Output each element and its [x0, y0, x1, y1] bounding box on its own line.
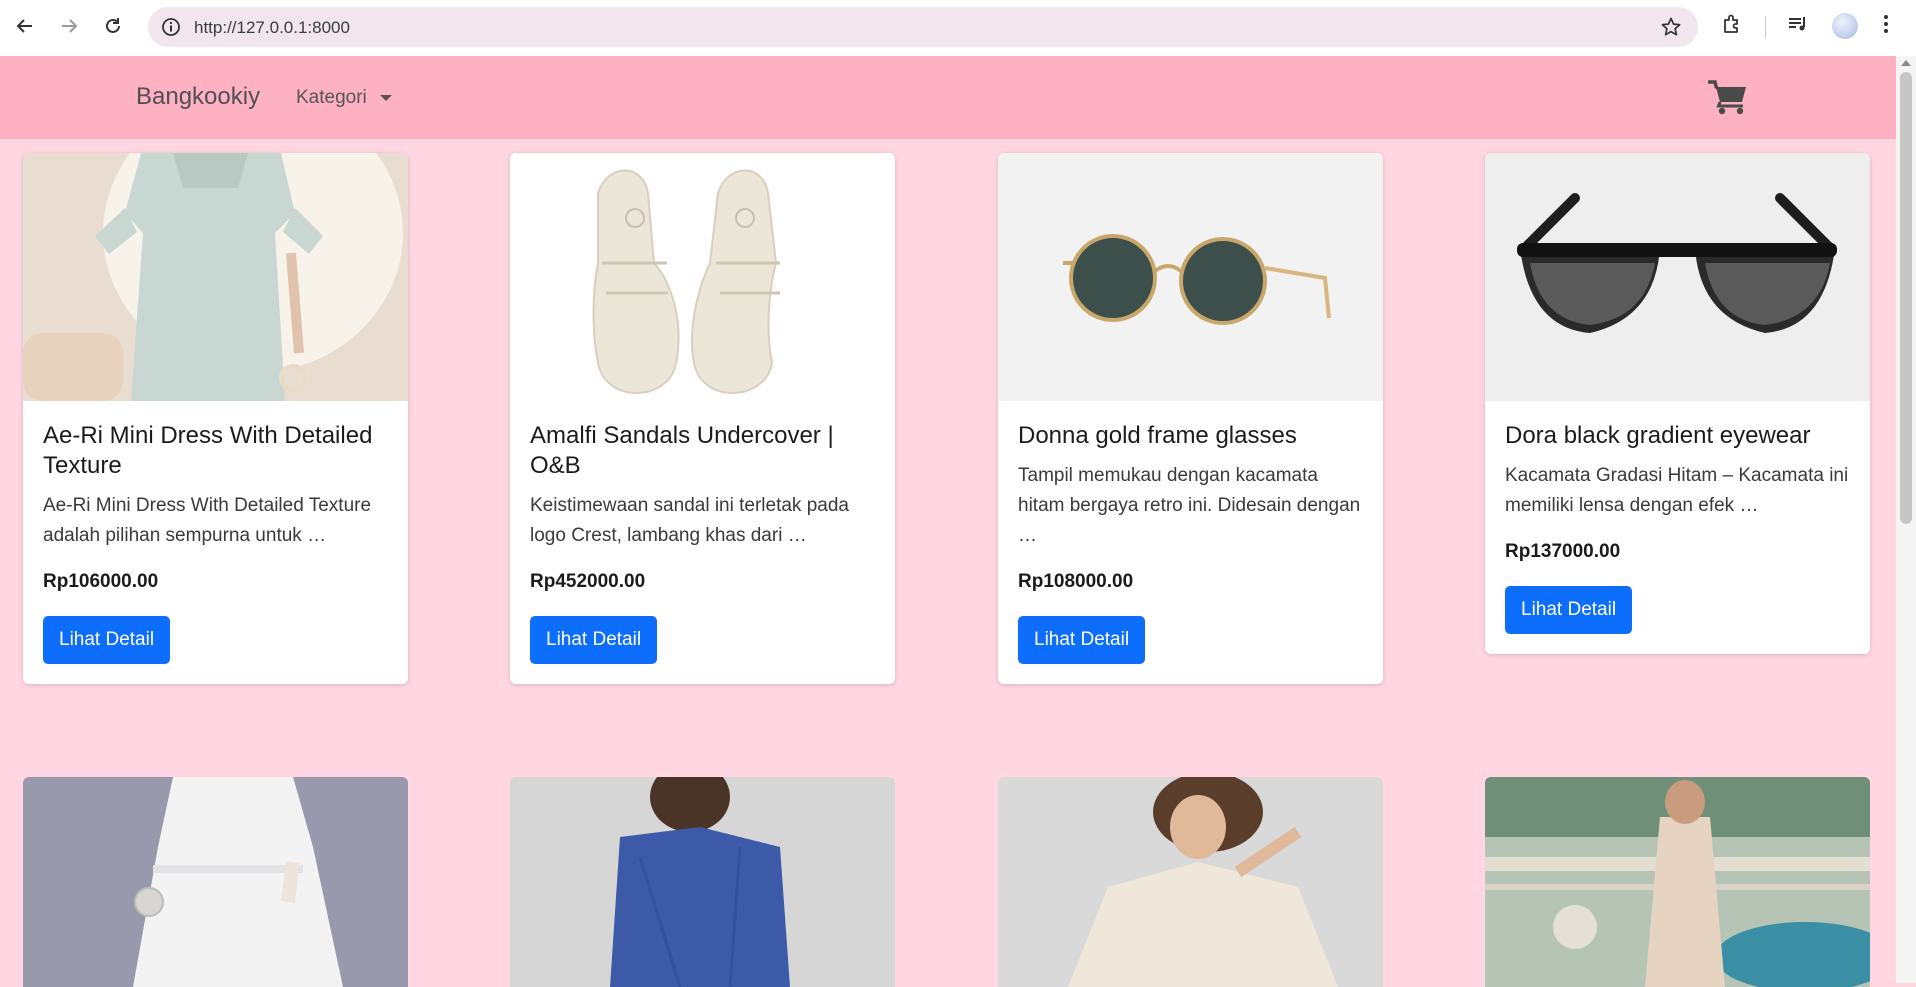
reload-icon[interactable] [98, 10, 128, 42]
chevron-down-icon[interactable] [380, 95, 392, 101]
product-image[interactable] [23, 153, 408, 401]
lihat-detail-button[interactable]: Lihat Detail [43, 616, 171, 664]
product-image[interactable] [1485, 777, 1870, 987]
product-card: Dora black gradient eyewear Kacamata Gra… [1485, 153, 1870, 654]
product-description: Keistimewaan sandal ini terletak pada lo… [530, 495, 849, 546]
product-description: Kacamata Gradasi Hitam – Kacamata ini me… [1505, 465, 1849, 516]
scroll-up-arrow[interactable] [1901, 60, 1911, 66]
media-controls-icon[interactable] [1786, 12, 1810, 41]
product-image[interactable] [998, 777, 1383, 987]
forward-icon[interactable] [54, 10, 84, 42]
product-image[interactable] [1485, 153, 1870, 401]
site-navbar: Bangkookiy Kategori [0, 56, 1896, 139]
product-card: Donna gold frame glasses Tampil memukau … [998, 153, 1383, 684]
product-price: Rp452000.00 [530, 571, 646, 592]
product-card: Ae-Ri Mini Dress With Detailed Texture A… [23, 153, 408, 684]
product-description: Tampil memukau dengan kacamata hitam ber… [1018, 465, 1361, 546]
lihat-detail-button[interactable]: Lihat Detail [530, 616, 658, 664]
kategori-dropdown[interactable]: Kategori [296, 87, 367, 109]
product-card: Amalfi Sandals Undercover | O&B Keistime… [510, 153, 895, 684]
product-title: Donna gold frame glasses [1018, 422, 1297, 449]
profile-avatar[interactable] [1832, 13, 1858, 39]
product-image[interactable] [23, 777, 408, 987]
scrollbar-thumb[interactable] [1900, 72, 1912, 524]
back-icon[interactable] [10, 10, 40, 42]
lihat-detail-button[interactable]: Lihat Detail [1505, 586, 1633, 634]
site-info-icon[interactable] [160, 16, 182, 43]
browser-toolbar: http://127.0.0.1:8000 [0, 0, 1916, 56]
product-title: Dora black gradient eyewear [1505, 422, 1811, 449]
address-bar[interactable]: http://127.0.0.1:8000 [148, 7, 1698, 47]
product-title: Amalfi Sandals Undercover | O&B [530, 422, 834, 479]
product-price: Rp106000.00 [43, 571, 159, 592]
lihat-detail-button[interactable]: Lihat Detail [1018, 616, 1146, 664]
bookmark-star-icon[interactable] [1660, 16, 1682, 43]
page-scrollbar[interactable] [1896, 56, 1916, 983]
product-image[interactable] [510, 777, 895, 987]
brand-link[interactable]: Bangkookiy [136, 83, 260, 111]
product-price: Rp108000.00 [1018, 571, 1134, 592]
extensions-icon[interactable] [1720, 12, 1744, 41]
menu-dots-icon[interactable] [1880, 12, 1892, 41]
product-price: Rp137000.00 [1505, 541, 1621, 562]
url-text[interactable]: http://127.0.0.1:8000 [194, 18, 350, 38]
toolbar-divider [1765, 16, 1766, 38]
product-image[interactable] [510, 153, 895, 401]
product-description: Ae-Ri Mini Dress With Detailed Texture a… [43, 495, 372, 546]
shopping-cart-icon[interactable] [1707, 79, 1748, 120]
product-image[interactable] [998, 153, 1383, 401]
product-title: Ae-Ri Mini Dress With Detailed Texture [43, 422, 373, 479]
